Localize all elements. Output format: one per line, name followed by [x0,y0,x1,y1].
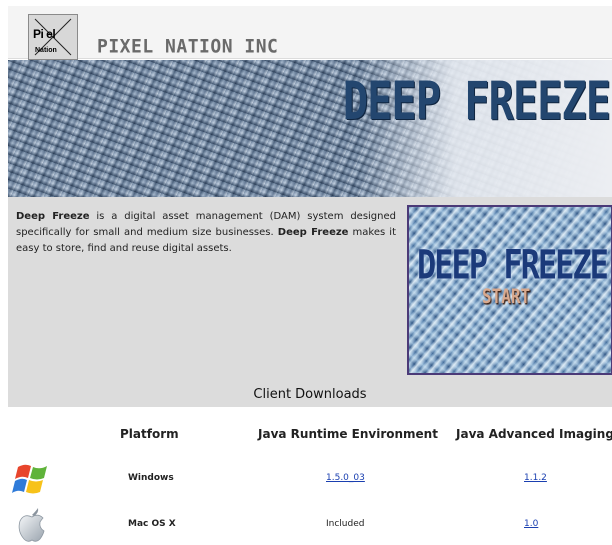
content-panel: Deep Freeze is a digital asset managemen… [8,197,612,407]
jai-cell: 1.1.2 [524,473,547,483]
platform-name: Mac OS X [128,519,176,529]
start-panel-title: DEEP FREEZE [417,241,609,289]
column-header-platform: Platform [120,427,179,441]
page: Pi el Nation PIXEL NATION INC DEEP FREEZ… [0,0,612,545]
start-launch-panel[interactable]: DEEP FREEZE START [407,205,612,375]
company-logo[interactable]: Pi el Nation [28,14,78,60]
logo-text-nation: Nation [35,47,57,54]
start-button[interactable]: START [482,285,530,308]
table-row-macosx: Mac OS X Included 1.0 [8,505,612,545]
column-header-jre: Java Runtime Environment [258,427,438,441]
logo-text-pixel: Pi el [33,27,56,41]
left-margin [0,0,8,545]
jai-download-link[interactable]: 1.1.2 [524,473,547,483]
downloads-table: Platform Java Runtime Environment Java A… [8,407,612,545]
column-header-jai: Java Advanced Imaging [456,427,612,441]
windows-logo-icon [12,464,47,494]
platform-name: Windows [128,473,174,483]
jre-value: Included [326,519,365,529]
banner-title: DEEP FREEZE [342,70,611,132]
client-downloads-heading: Client Downloads [253,387,367,402]
company-name: PIXEL NATION INC [97,35,279,58]
jre-download-link[interactable]: 1.5.0_03 [326,473,365,483]
product-name: Deep Freeze [16,211,90,222]
jai-cell: 1.0 [524,519,538,529]
site-header: Pi el Nation PIXEL NATION INC [8,6,612,60]
apple-logo-icon [18,508,45,542]
table-row-windows: Windows 1.5.0_03 1.1.2 [8,459,612,499]
hero-banner: DEEP FREEZE [8,60,612,197]
jre-cell: 1.5.0_03 [326,473,365,483]
jai-download-link[interactable]: 1.0 [524,519,538,529]
product-name: Deep Freeze [277,227,349,238]
intro-text: Deep Freeze is a digital asset managemen… [16,209,396,257]
